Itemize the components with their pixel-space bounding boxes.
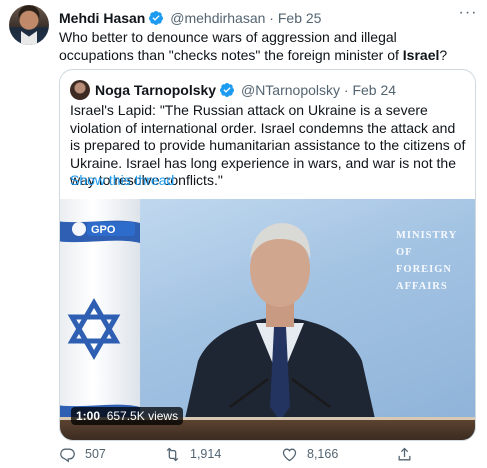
share-button[interactable] (396, 444, 422, 464)
reply-button[interactable]: 507 (59, 444, 106, 464)
author-handle[interactable]: @mehdirhasan (170, 10, 265, 26)
share-icon (398, 447, 411, 460)
ministry-wall-text: MINISTRY OF FOREIGN AFFAIRS (396, 227, 466, 295)
verified-badge-icon (220, 83, 235, 97)
retweet-button[interactable]: 1,914 (164, 444, 221, 464)
author-avatar[interactable] (9, 5, 49, 45)
like-button[interactable]: 8,166 (281, 444, 338, 464)
tweet[interactable]: Mehdi Hasan @mehdirhasan · Feb 25 ··· Wh… (0, 0, 487, 468)
speaker-figure (180, 223, 380, 440)
tweet-header: Mehdi Hasan @mehdirhasan · Feb 25 (59, 9, 321, 27)
video-player[interactable]: GPO MINISTRY OF FOREIGN AFFAIRS 1:00 657… (60, 199, 475, 440)
like-icon (282, 448, 297, 461)
verified-badge-icon (149, 11, 164, 25)
tweet-text-bold: Israel (402, 47, 440, 63)
more-icon[interactable]: ··· (457, 3, 479, 25)
header-separator: · (269, 10, 274, 26)
wall-line-3: AFFAIRS (396, 281, 448, 292)
wall-line-1: MINISTRY (396, 230, 458, 241)
author-name[interactable]: Mehdi Hasan (59, 10, 145, 26)
tweet-text-part: Who better to denounce wars of aggressio… (59, 29, 403, 63)
quoted-header-separator: · (343, 82, 349, 98)
action-bar: 507 1,914 8,166 (59, 444, 479, 464)
quoted-tweet-date: Feb 24 (352, 82, 397, 98)
video-views: 657.5K views (106, 409, 179, 423)
wall-line-2: OF FOREIGN (396, 247, 453, 275)
tweet-text: Who better to denounce wars of aggressio… (59, 28, 474, 64)
quoted-tweet[interactable]: Noga Tarnopolsky @NTarnopolsky · Feb 24 … (59, 69, 476, 441)
video-time-badge: 1:00 657.5K views (71, 407, 184, 425)
reply-count: 507 (85, 447, 106, 461)
tweet-text-end: ? (439, 47, 448, 63)
tweet-date[interactable]: Feb 25 (278, 10, 322, 26)
show-thread-link[interactable]: Show this thread (70, 171, 174, 189)
quoted-author-avatar (70, 80, 90, 100)
video-time: 1:00 (76, 409, 101, 423)
retweet-icon (166, 447, 179, 461)
gpo-logo: GPO (72, 222, 135, 236)
reply-icon (60, 448, 75, 462)
quoted-author-handle: @NTarnopolsky (240, 82, 341, 98)
quoted-tweet-header: Noga Tarnopolsky @NTarnopolsky · Feb 24 (95, 81, 396, 99)
retweet-count: 1,914 (190, 447, 222, 461)
quoted-author-name: Noga Tarnopolsky (95, 82, 217, 98)
like-count: 8,166 (307, 447, 339, 461)
gpo-logo-text: GPO (91, 224, 116, 236)
